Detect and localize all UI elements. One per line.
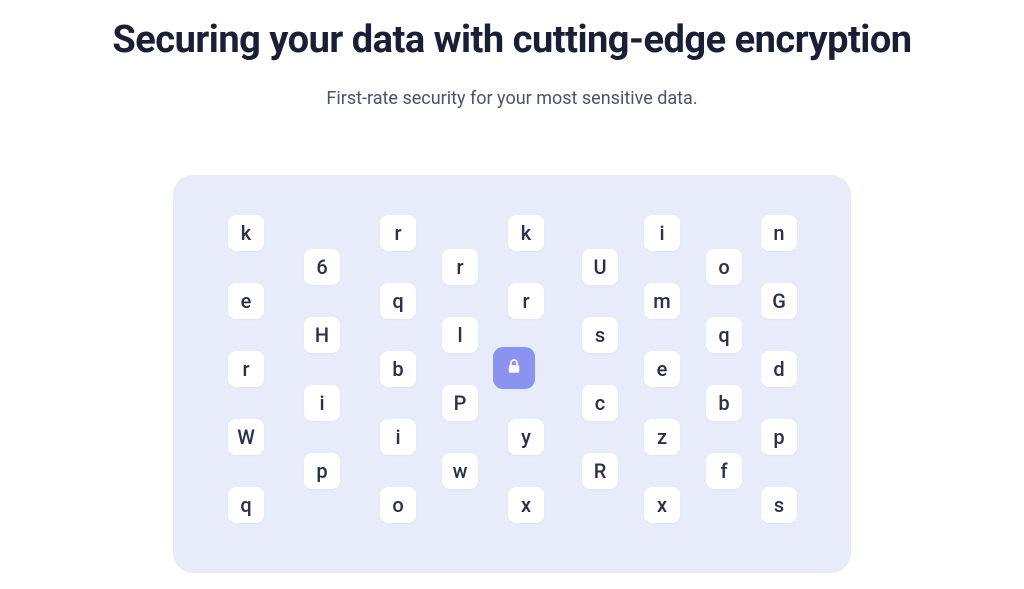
cipher-tile-char: b (718, 391, 729, 415)
cipher-tile: W (228, 419, 264, 455)
cipher-tile-char: k (521, 221, 531, 245)
cipher-tile-char: i (319, 391, 324, 415)
cipher-tile-char: q (718, 323, 729, 347)
cipher-tile: m (644, 283, 680, 319)
cipher-tile-char: q (240, 493, 251, 517)
cipher-tile-char: l (457, 323, 462, 347)
cipher-tile: b (380, 351, 416, 387)
cipher-tile-char: r (522, 289, 529, 313)
cipher-tile-char: r (456, 255, 463, 279)
cipher-tile: i (644, 215, 680, 251)
cipher-tile-char: d (773, 357, 784, 381)
cipher-tile: x (508, 487, 544, 523)
cipher-tile-char: q (392, 289, 403, 313)
cipher-tile: q (380, 283, 416, 319)
cipher-tile-char: z (657, 425, 667, 449)
cipher-tile-char: s (774, 493, 784, 517)
cipher-tile-char: p (316, 459, 327, 483)
cipher-tile: e (228, 283, 264, 319)
cipher-tile: p (304, 453, 340, 489)
cipher-tile: r (442, 249, 478, 285)
cipher-tile: R (582, 453, 618, 489)
cipher-tile: z (644, 419, 680, 455)
cipher-tile: q (228, 487, 264, 523)
page-subheading: First-rate security for your most sensit… (326, 88, 697, 109)
cipher-tile: r (508, 283, 544, 319)
cipher-tile: o (706, 249, 742, 285)
cipher-tile-char: n (773, 221, 784, 245)
cipher-tile: x (644, 487, 680, 523)
cipher-tile-char: P (454, 391, 467, 415)
cipher-tile: r (228, 351, 264, 387)
cipher-tile: f (706, 453, 742, 489)
page-container: Securing your data with cutting-edge enc… (0, 0, 1024, 573)
cipher-tile: y (508, 419, 544, 455)
cipher-tile-char: w (453, 459, 468, 483)
cipher-tile: w (442, 453, 478, 489)
cipher-tile-char: e (241, 289, 252, 313)
cipher-tile-char: x (657, 493, 667, 517)
cipher-tile: o (380, 487, 416, 523)
lock-icon (505, 357, 523, 379)
cipher-tile: c (582, 385, 618, 421)
cipher-tile-char: b (392, 357, 403, 381)
cipher-tile: 6 (304, 249, 340, 285)
cipher-tile-char: p (773, 425, 784, 449)
cipher-tile: s (582, 317, 618, 353)
cipher-tile: H (304, 317, 340, 353)
cipher-tile: i (380, 419, 416, 455)
cipher-tile-char: o (392, 493, 403, 517)
cipher-tile-char: H (315, 323, 329, 347)
cipher-tile-char: i (395, 425, 400, 449)
cipher-tile: r (380, 215, 416, 251)
cipher-tile-char: k (241, 221, 251, 245)
cipher-tile: s (761, 487, 797, 523)
cipher-tile: q (706, 317, 742, 353)
cipher-tile-char: c (595, 391, 605, 415)
cipher-tile-char: G (772, 289, 786, 313)
cipher-tile: p (761, 419, 797, 455)
encryption-illustration-panel: k e r Wq 6 Hi p r q b i o r l Pw k r y x Us c Ri m e z x o q b f n Gd p s (173, 175, 851, 573)
cipher-tile-char: U (593, 255, 606, 279)
cipher-tile: G (761, 283, 797, 319)
cipher-tile: d (761, 351, 797, 387)
cipher-tile-char: R (594, 459, 607, 483)
page-heading: Securing your data with cutting-edge enc… (112, 18, 911, 62)
cipher-tile-char: e (657, 357, 668, 381)
cipher-tile: k (228, 215, 264, 251)
cipher-tile-char: f (720, 459, 727, 483)
cipher-tile: U (582, 249, 618, 285)
cipher-tile: P (442, 385, 478, 421)
cipher-tile: k (508, 215, 544, 251)
cipher-tile: e (644, 351, 680, 387)
cipher-tile: n (761, 215, 797, 251)
cipher-tile-char: x (521, 493, 531, 517)
lock-tile (493, 347, 535, 389)
cipher-tile: i (304, 385, 340, 421)
cipher-tile-char: r (394, 221, 401, 245)
cipher-tile: l (442, 317, 478, 353)
cipher-tile-char: 6 (316, 255, 327, 279)
cipher-tile-char: s (595, 323, 605, 347)
cipher-tile-char: o (718, 255, 729, 279)
cipher-tile-char: y (521, 425, 531, 449)
cipher-tile-char: i (659, 221, 664, 245)
cipher-tile-char: m (653, 289, 670, 313)
cipher-tile-char: W (237, 425, 255, 449)
cipher-tile-char: r (242, 357, 249, 381)
cipher-tile: b (706, 385, 742, 421)
